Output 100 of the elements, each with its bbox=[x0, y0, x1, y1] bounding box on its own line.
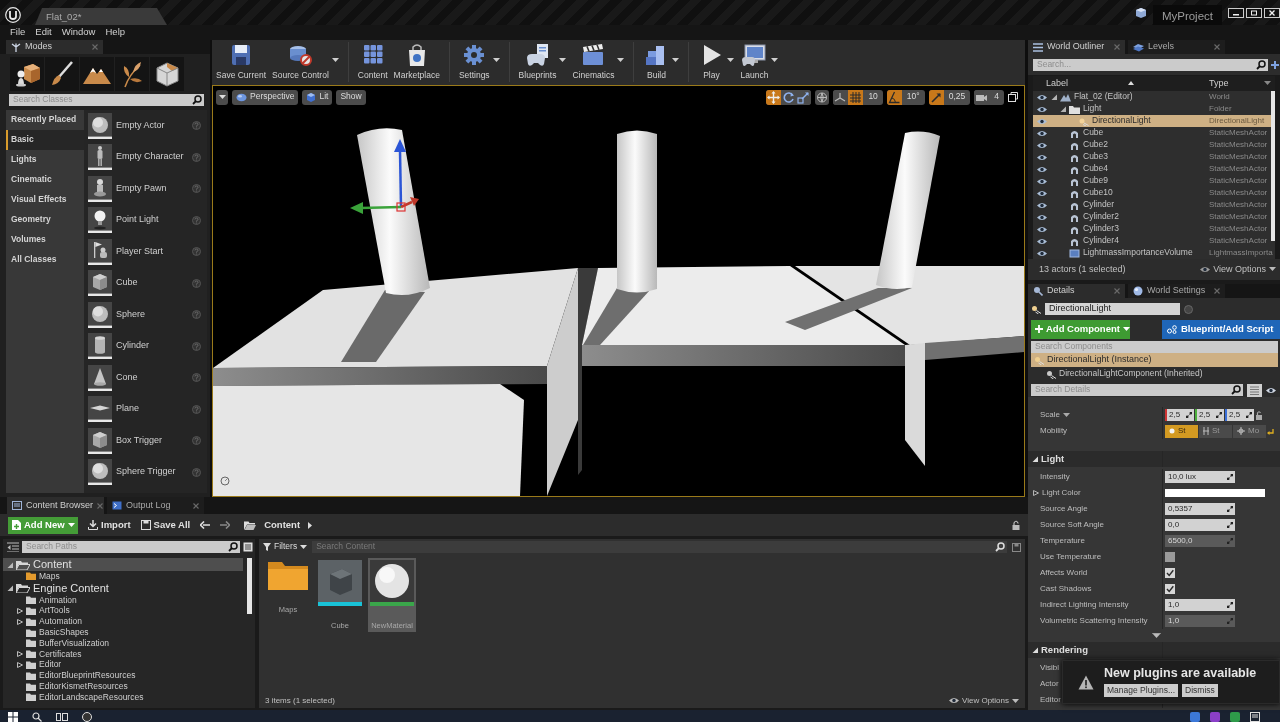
folder-item[interactable]: EditorLandscapeResources bbox=[3, 691, 243, 703]
folder-item[interactable]: Animation bbox=[3, 594, 243, 606]
globe-icon[interactable] bbox=[815, 89, 830, 105]
lock-icon[interactable] bbox=[1255, 410, 1263, 420]
folder-item[interactable]: ArtTools bbox=[3, 605, 243, 617]
menu-item[interactable]: File bbox=[5, 27, 31, 38]
cylinder-icon[interactable] bbox=[88, 333, 112, 360]
sphere-icon[interactable] bbox=[370, 560, 414, 606]
drag-arrows-icon[interactable] bbox=[1227, 506, 1233, 512]
view-options-button[interactable]: View Options bbox=[949, 696, 1019, 706]
caret-icon[interactable] bbox=[559, 58, 567, 62]
caret-icon[interactable] bbox=[1012, 699, 1019, 703]
expand-arrow-icon[interactable] bbox=[17, 608, 23, 614]
number-field[interactable]: 2,5 bbox=[1195, 409, 1224, 421]
eye-icon[interactable] bbox=[1037, 117, 1047, 125]
expand-arrow-icon[interactable] bbox=[17, 661, 23, 668]
panel-tab[interactable]: Levels bbox=[1128, 40, 1225, 54]
expand-arrow-icon[interactable] bbox=[1060, 106, 1066, 112]
collapse-icon[interactable] bbox=[7, 542, 19, 552]
class-label[interactable]: Sphere Trigger bbox=[116, 467, 176, 478]
toolbar-button[interactable]: Build bbox=[640, 40, 673, 81]
panel-tab[interactable]: World Outliner bbox=[1028, 40, 1125, 54]
toolbar-button[interactable]: Source Control bbox=[269, 40, 332, 81]
mobility-option[interactable]: St bbox=[1165, 424, 1198, 438]
caret-icon[interactable] bbox=[1269, 267, 1276, 272]
column-header[interactable]: Type bbox=[1209, 78, 1229, 89]
panel-tab[interactable]: World Settings bbox=[1128, 284, 1225, 298]
add-component-button[interactable]: Add Component bbox=[1031, 319, 1130, 339]
import-button[interactable]: Import bbox=[88, 519, 131, 531]
folder-item[interactable]: Editor bbox=[3, 659, 243, 671]
checkbox[interactable] bbox=[1165, 568, 1175, 578]
reset-arrow-icon[interactable] bbox=[1267, 427, 1274, 435]
class-label[interactable]: Sphere bbox=[116, 309, 146, 320]
number-field[interactable]: 10,0 lux bbox=[1165, 471, 1235, 483]
breadcrumb-link[interactable]: Content bbox=[264, 519, 301, 531]
search-icon[interactable] bbox=[192, 95, 202, 105]
sort-arrow-icon[interactable] bbox=[1128, 81, 1135, 86]
folder-item[interactable]: Content bbox=[3, 558, 243, 571]
toolbar-button[interactable]: Marketplace bbox=[390, 40, 443, 81]
outliner-row[interactable]: Cylinder3 StaticMeshActor bbox=[1033, 223, 1275, 235]
eye-icon[interactable] bbox=[1037, 177, 1047, 185]
notification-button[interactable]: Manage Plugins... bbox=[1104, 683, 1179, 697]
scrollbar[interactable] bbox=[247, 558, 252, 614]
lock-icon[interactable] bbox=[1012, 520, 1020, 530]
notification-icon[interactable] bbox=[1250, 712, 1260, 722]
caret-icon[interactable] bbox=[492, 58, 500, 62]
outliner-row[interactable]: Cylinder4 StaticMeshActor bbox=[1033, 235, 1275, 247]
category-tab[interactable]: Visual Effects bbox=[6, 190, 84, 210]
eye-icon[interactable] bbox=[1037, 153, 1047, 161]
menu-item[interactable]: Edit bbox=[30, 27, 57, 38]
caret-icon[interactable] bbox=[1063, 413, 1070, 417]
pillar[interactable] bbox=[876, 131, 940, 290]
class-label[interactable]: Plane bbox=[116, 404, 140, 415]
outliner-row[interactable]: Cube4 StaticMeshActor bbox=[1033, 163, 1275, 175]
folder-item[interactable]: EditorBlueprintResources bbox=[3, 670, 243, 682]
viewport[interactable]: Perspective Lit Show 10 10° 0,25 4 bbox=[212, 85, 1025, 497]
folder-item[interactable]: BasicShapes bbox=[3, 627, 243, 638]
toolbar-button[interactable]: Settings bbox=[455, 40, 493, 81]
class-label[interactable]: Cone bbox=[116, 372, 138, 383]
caret-icon[interactable] bbox=[331, 58, 339, 62]
maximize-icon[interactable] bbox=[1008, 92, 1018, 102]
class-label[interactable]: Empty Actor bbox=[116, 120, 165, 131]
cone-icon[interactable] bbox=[88, 364, 112, 391]
search-icon[interactable] bbox=[995, 542, 1005, 552]
forward-arrow-icon[interactable] bbox=[220, 521, 231, 529]
toolbar-button[interactable]: Launch bbox=[737, 40, 772, 81]
cube-icon[interactable] bbox=[88, 427, 112, 454]
filters-button[interactable]: Filters bbox=[263, 542, 308, 552]
plus-icon[interactable] bbox=[1271, 59, 1280, 70]
outliner-row[interactable]: Cube StaticMeshActor bbox=[1033, 127, 1275, 139]
eye-icon[interactable] bbox=[1037, 93, 1047, 101]
checkbox[interactable] bbox=[1165, 552, 1175, 562]
drag-arrows-icon[interactable] bbox=[1227, 522, 1233, 528]
snap-value-button[interactable]: 10 bbox=[863, 89, 883, 105]
outliner-row[interactable]: Cube10 StaticMeshActor bbox=[1033, 187, 1275, 199]
toolbar-button[interactable]: Cinematics bbox=[569, 40, 618, 81]
expand-arrow-icon[interactable] bbox=[7, 561, 13, 568]
color-field[interactable] bbox=[1165, 489, 1265, 497]
category-tab[interactable]: All Classes bbox=[6, 250, 84, 270]
search-icon[interactable] bbox=[32, 712, 42, 722]
eye-icon[interactable] bbox=[1037, 189, 1047, 197]
viewport-button[interactable]: Lit bbox=[302, 89, 333, 105]
list-view-icon[interactable] bbox=[1247, 383, 1262, 397]
eye-icon[interactable] bbox=[1037, 129, 1047, 137]
class-label[interactable]: Empty Pawn bbox=[116, 183, 167, 194]
class-label[interactable]: Point Light bbox=[116, 215, 159, 226]
property-label[interactable]: Scale bbox=[1040, 410, 1060, 420]
snap-value-button[interactable]: 10° bbox=[901, 89, 925, 105]
panel-tab[interactable]: Modes bbox=[6, 40, 103, 54]
caret-icon[interactable] bbox=[1264, 81, 1271, 86]
app-icon[interactable] bbox=[82, 712, 92, 722]
cube-pawn-icon[interactable] bbox=[10, 57, 44, 91]
move-icon[interactable] bbox=[766, 89, 782, 105]
outliner-row[interactable]: LightmassImportanceVolume LightmassImporta bbox=[1033, 247, 1275, 259]
category-tab[interactable]: Lights bbox=[6, 150, 84, 170]
save-all-button[interactable]: Save All bbox=[140, 519, 191, 531]
windows-logo-icon[interactable] bbox=[8, 712, 18, 722]
column-header[interactable]: Label bbox=[1046, 78, 1069, 89]
category-tab[interactable]: Geometry bbox=[6, 210, 84, 230]
viewport-button[interactable]: Perspective bbox=[232, 89, 299, 105]
